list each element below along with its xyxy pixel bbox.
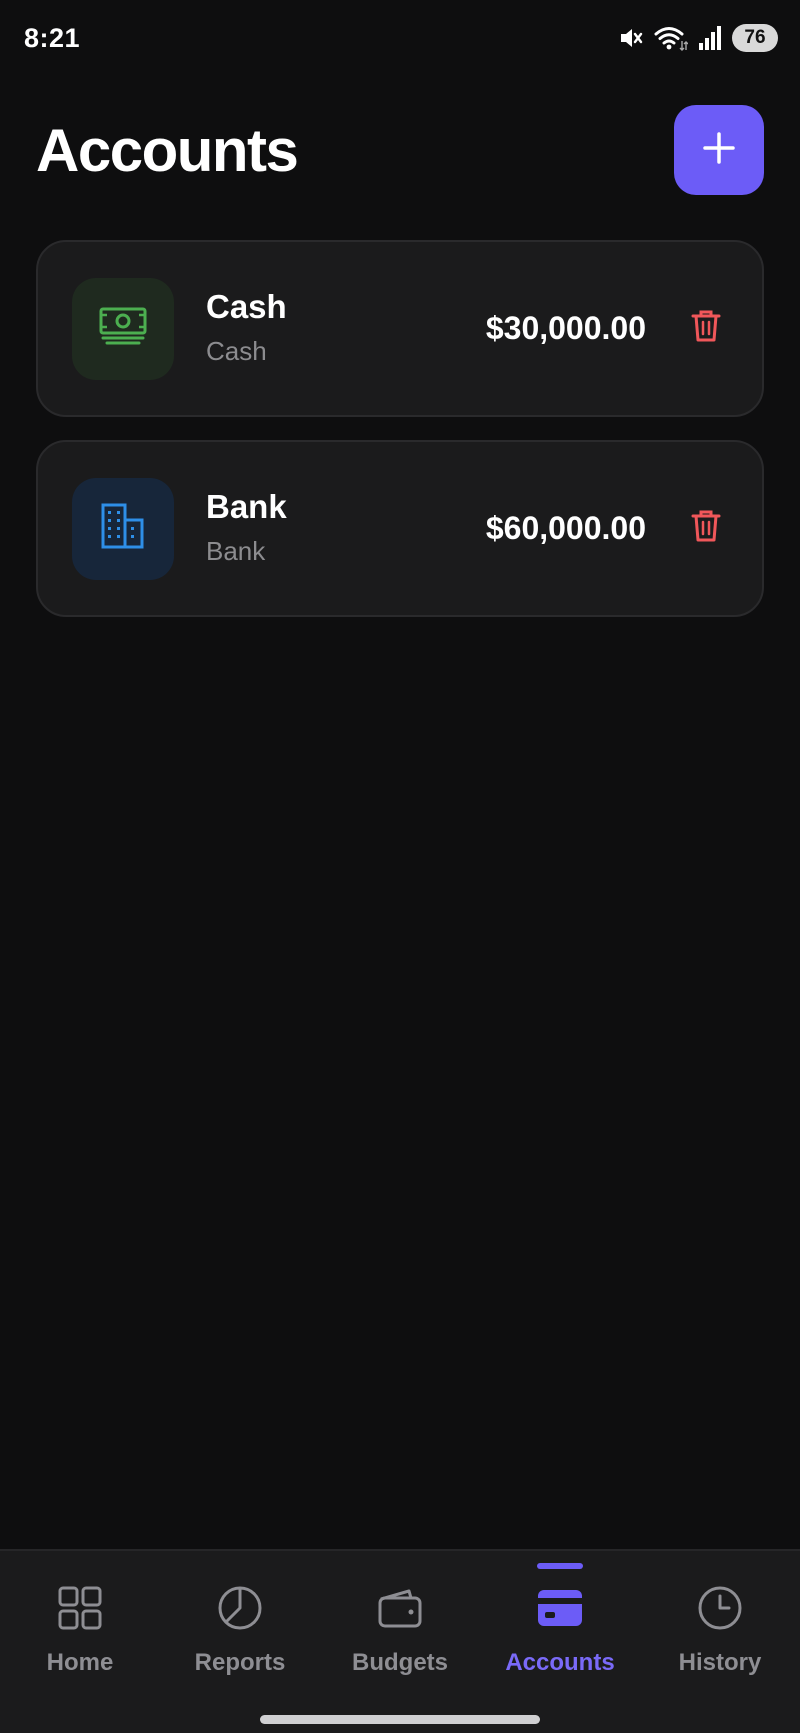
account-type: Cash [206,335,267,366]
trash-icon [691,509,721,548]
status-icons: 76 [618,24,778,52]
delete-account-button[interactable] [684,507,728,551]
account-name: Cash [206,287,287,325]
tab-list: Home Reports Budgets Accounts History [0,1551,800,1701]
battery-icon: 76 [732,24,778,52]
grid-icon [58,1585,102,1631]
bank-building-icon [100,502,146,555]
tab-accounts[interactable]: Accounts [480,1551,640,1701]
tab-history[interactable]: History [640,1551,800,1701]
clock-icon [697,1585,743,1631]
cash-icon [99,306,147,351]
account-balance: $30,000.00 [485,310,646,346]
wifi-icon [654,25,688,51]
header: Accounts [36,104,764,196]
account-text: Cash Cash [206,287,486,371]
account-icon-tile [72,477,174,580]
trash-icon [691,309,721,348]
tab-budgets[interactable]: Budgets [320,1551,480,1701]
pie-chart-icon [217,1585,263,1631]
account-icon-tile [72,277,174,380]
account-card-cash[interactable]: Cash Cash $30,000.00 [36,240,764,417]
page-title: Accounts [36,116,299,184]
tab-label: Reports [194,1649,286,1676]
signal-icon [698,25,722,51]
account-balance: $60,000.00 [485,510,646,546]
account-name: Bank [206,487,287,525]
delete-account-button[interactable] [684,307,728,351]
add-account-button[interactable] [674,105,764,195]
account-list: Cash Cash $30,000.00 Bank Bank $60,000.0… [36,240,764,640]
tab-label: Accounts [505,1649,615,1676]
tab-label: Home [46,1649,114,1676]
bottom-tab-bar: Home Reports Budgets Accounts History [0,1549,800,1733]
status-time: 8:21 [24,22,81,53]
account-text: Bank Bank [206,487,486,571]
account-card-bank[interactable]: Bank Bank $60,000.00 [36,440,764,617]
account-type: Bank [206,535,266,566]
status-bar: 8:21 76 [0,0,800,76]
tab-label: History [678,1649,762,1676]
plus-icon [701,130,737,171]
card-icon [537,1585,583,1631]
mute-icon [618,25,644,51]
active-tab-indicator [537,1563,583,1569]
tab-reports[interactable]: Reports [160,1551,320,1701]
tab-label: Budgets [352,1649,448,1676]
home-indicator[interactable] [260,1715,540,1724]
tab-home[interactable]: Home [0,1551,160,1701]
wallet-icon [377,1585,423,1631]
